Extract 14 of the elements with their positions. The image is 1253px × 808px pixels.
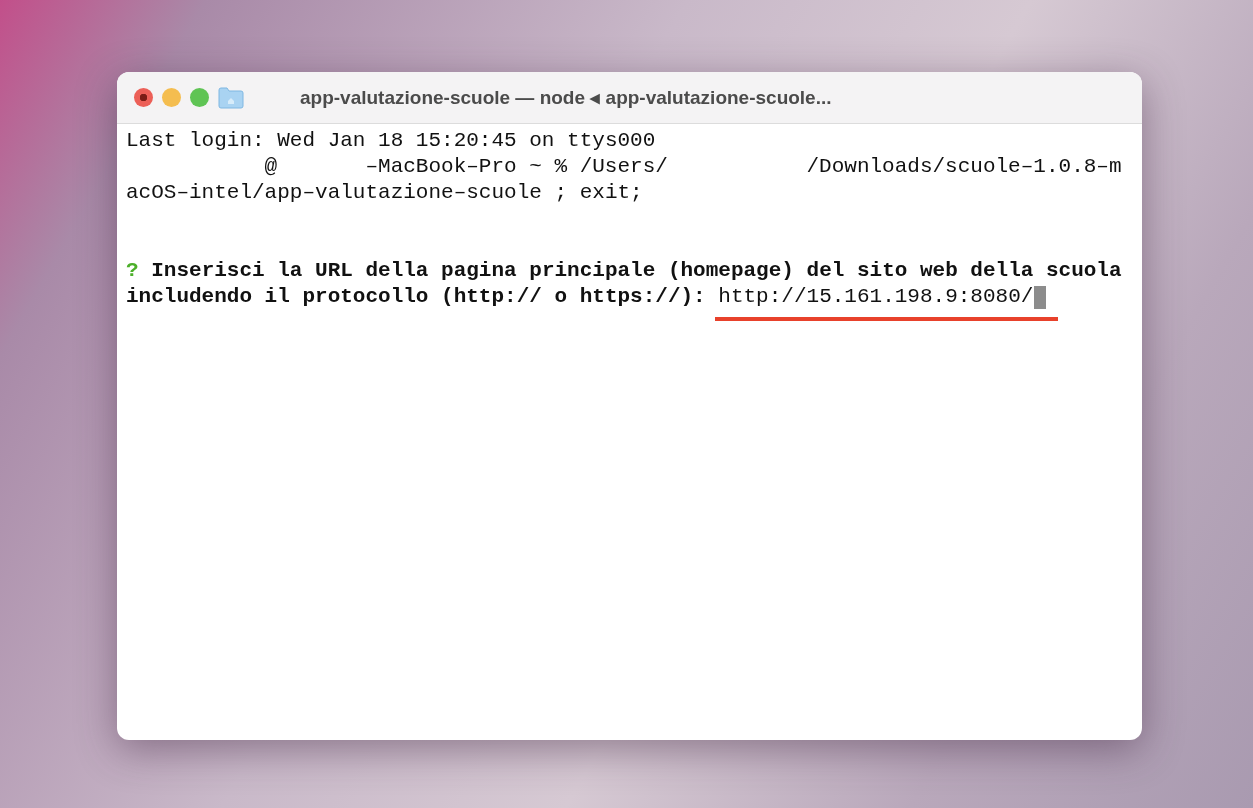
terminal-text: –MacBook–Pro ~ % /Users/: [365, 154, 668, 180]
zoom-button[interactable]: [190, 88, 209, 107]
terminal-text: Last login: Wed Jan 18 15:20:45 on ttys000: [126, 128, 656, 154]
input-value: http://15.161.198.9:8080/: [718, 284, 1034, 310]
window-title: app-valutazione-scuole — node ◂ app-valutazione-scuole...: [300, 86, 832, 109]
terminal-text: /Downloads/scuole–1.0.8–m: [806, 154, 1122, 180]
minimize-button[interactable]: [162, 88, 181, 107]
prompt-text: includendo il protocollo (http:// o https://):: [126, 284, 706, 310]
prompt-text: Inserisci la URL della pagina principale (homepage) del sito web della scuola: [151, 258, 1122, 284]
close-button[interactable]: [134, 88, 153, 107]
folder-icon: [218, 86, 244, 109]
terminal-text: @: [264, 154, 278, 180]
prompt-mark: ?: [126, 258, 139, 284]
terminal-text: acOS–intel/app–valutazione–scuole ; exit;: [126, 180, 643, 206]
